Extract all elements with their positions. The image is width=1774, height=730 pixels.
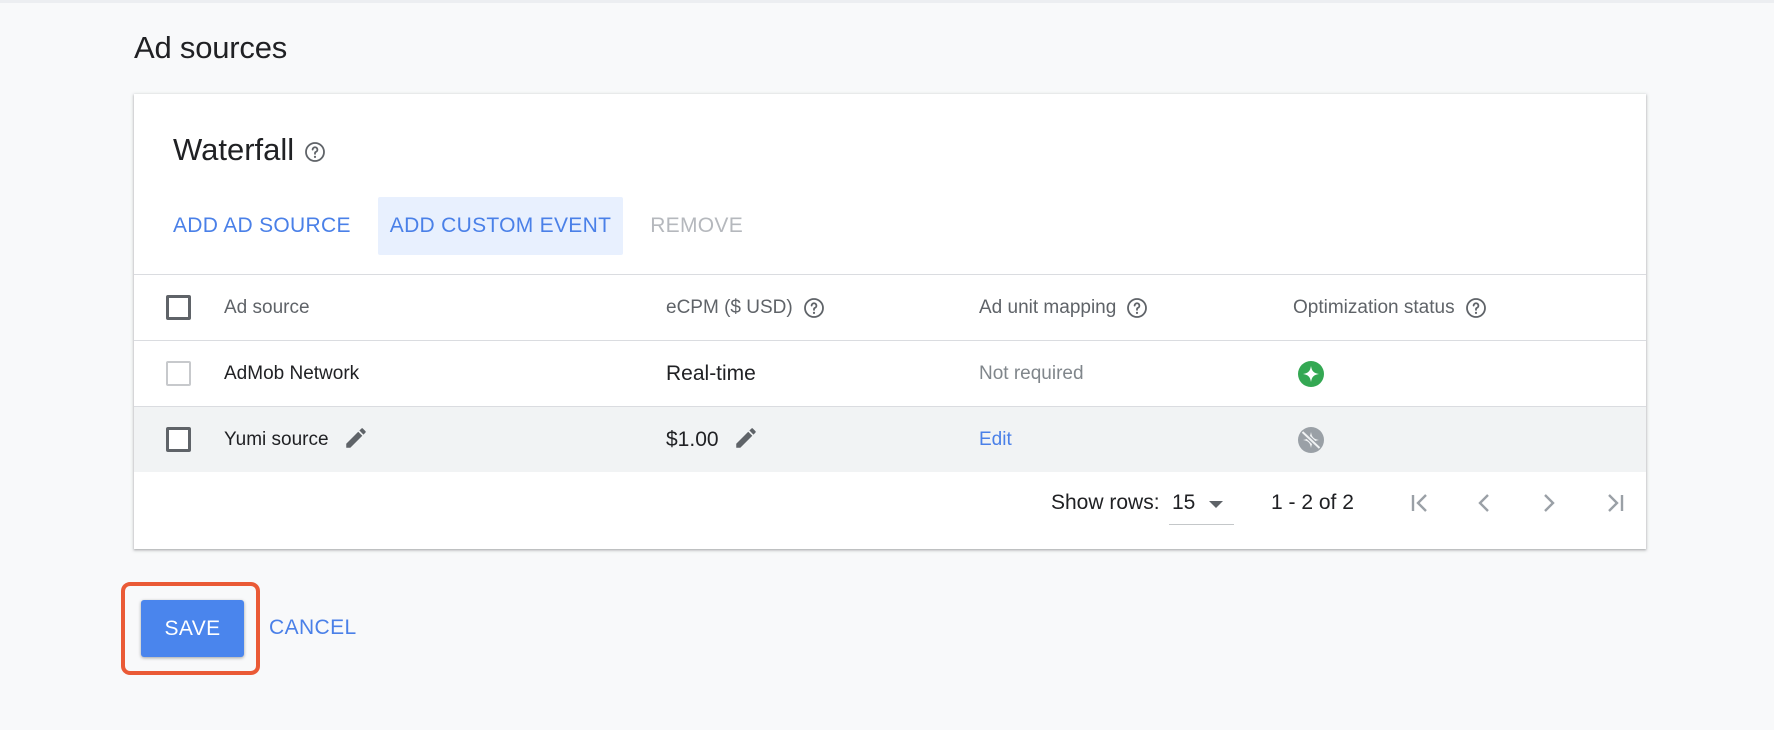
previous-page-icon[interactable] <box>1470 489 1498 517</box>
save-button[interactable]: SAVE <box>141 600 244 657</box>
ad-unit-mapping-value: Not required <box>979 362 1084 384</box>
rows-per-page-select[interactable]: 15 <box>1169 481 1234 525</box>
caret-down-icon <box>1208 497 1224 508</box>
ad-source-name: AdMob Network <box>224 362 360 384</box>
rows-per-page-value: 15 <box>1172 491 1196 514</box>
select-all-checkbox[interactable] <box>166 295 191 320</box>
waterfall-heading: Waterfall <box>173 132 327 168</box>
first-page-icon[interactable] <box>1407 489 1435 517</box>
table-header-row: Ad source eCPM ($ USD) Ad unit mapping O… <box>134 274 1646 340</box>
help-outline-icon[interactable] <box>303 140 327 164</box>
pencil-icon[interactable] <box>733 425 759 451</box>
row-checkbox[interactable] <box>166 361 191 386</box>
column-header-optimization-status[interactable]: Optimization status <box>1293 297 1455 319</box>
help-outline-icon[interactable] <box>802 296 826 320</box>
pagination-range: 1 - 2 of 2 <box>1271 491 1354 514</box>
column-header-ecpm[interactable]: eCPM ($ USD) <box>666 297 793 319</box>
top-divider <box>0 0 1774 3</box>
ecpm-value: $1.00 <box>666 427 719 451</box>
waterfall-title: Waterfall <box>173 132 295 167</box>
pencil-icon[interactable] <box>343 425 369 451</box>
next-page-icon[interactable] <box>1535 489 1563 517</box>
add-ad-source-button[interactable]: ADD AD SOURCE <box>161 197 363 255</box>
remove-button[interactable]: REMOVE <box>638 197 755 255</box>
show-rows-label: Show rows: <box>1051 491 1160 514</box>
optimization-disabled-icon <box>1296 425 1326 455</box>
ad-sources-page: Ad sources Waterfall ADD AD SOURCE ADD C… <box>0 0 1774 730</box>
waterfall-card: Waterfall ADD AD SOURCE ADD CUSTOM EVENT… <box>134 94 1646 549</box>
table-row[interactable]: AdMob Network Real-time Not required <box>134 340 1646 406</box>
waterfall-toolbar: ADD AD SOURCE ADD CUSTOM EVENT REMOVE <box>161 197 770 255</box>
ad-source-name: Yumi source <box>224 428 329 450</box>
last-page-icon[interactable] <box>1600 489 1628 517</box>
optimization-enabled-icon <box>1296 359 1326 389</box>
section-title: Ad sources <box>134 30 288 65</box>
row-checkbox[interactable] <box>166 427 191 452</box>
help-outline-icon[interactable] <box>1464 296 1488 320</box>
ad-unit-mapping-edit-link[interactable]: Edit <box>979 429 1012 451</box>
column-header-ad-unit-mapping[interactable]: Ad unit mapping <box>979 297 1116 319</box>
ecpm-value: Real-time <box>666 361 756 385</box>
table-row[interactable]: Yumi source $1.00 Edit <box>134 406 1646 472</box>
column-header-ad-source[interactable]: Ad source <box>224 297 310 319</box>
ad-sources-table: Ad source eCPM ($ USD) Ad unit mapping O… <box>134 274 1646 472</box>
pagination-bar: Show rows: 15 1 - 2 of 2 <box>134 473 1646 533</box>
cancel-button[interactable]: CANCEL <box>269 616 357 640</box>
add-custom-event-button[interactable]: ADD CUSTOM EVENT <box>377 197 624 255</box>
help-outline-icon[interactable] <box>1125 296 1149 320</box>
